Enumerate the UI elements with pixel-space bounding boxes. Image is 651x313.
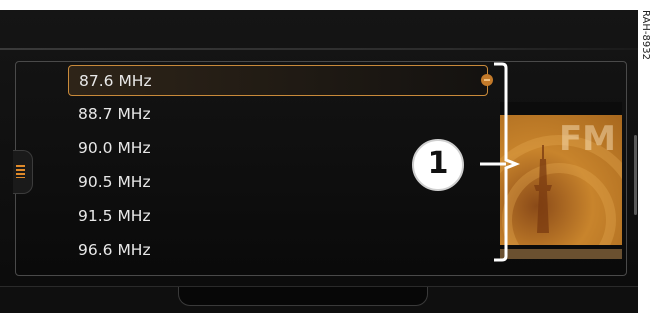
station-item[interactable]: 91.5 MHz bbox=[68, 201, 488, 232]
station-item[interactable]: 96.6 MHz bbox=[68, 235, 488, 266]
figure-code-strip: RAH-8932 bbox=[639, 0, 651, 160]
band-label: FM bbox=[558, 119, 616, 159]
station-item[interactable]: 88.7 MHz bbox=[68, 99, 488, 130]
menu-lines-icon bbox=[16, 165, 25, 178]
infotainment-screen: 87.6 MHz 88.7 MHz 90.0 MHz 90.5 MHz 91.5… bbox=[0, 10, 638, 313]
station-frequency: 90.0 MHz bbox=[78, 139, 151, 157]
top-divider bbox=[0, 48, 638, 50]
station-frequency: 96.6 MHz bbox=[78, 241, 151, 259]
station-frequency: 87.6 MHz bbox=[79, 72, 152, 90]
bottom-tab[interactable] bbox=[178, 287, 428, 306]
scrollbar[interactable] bbox=[634, 135, 637, 215]
callout-bracket bbox=[480, 62, 520, 262]
station-frequency: 90.5 MHz bbox=[78, 173, 151, 191]
radio-tower-icon bbox=[534, 145, 552, 233]
station-frequency: 88.7 MHz bbox=[78, 105, 151, 123]
station-frequency: 91.5 MHz bbox=[78, 207, 151, 225]
bottom-bar bbox=[0, 286, 638, 313]
station-item-selected[interactable]: 87.6 MHz bbox=[68, 65, 493, 96]
callout-number-badge: 1 bbox=[412, 139, 464, 191]
side-menu-handle[interactable] bbox=[13, 150, 33, 194]
figure-code: RAH-8932 bbox=[640, 10, 651, 60]
